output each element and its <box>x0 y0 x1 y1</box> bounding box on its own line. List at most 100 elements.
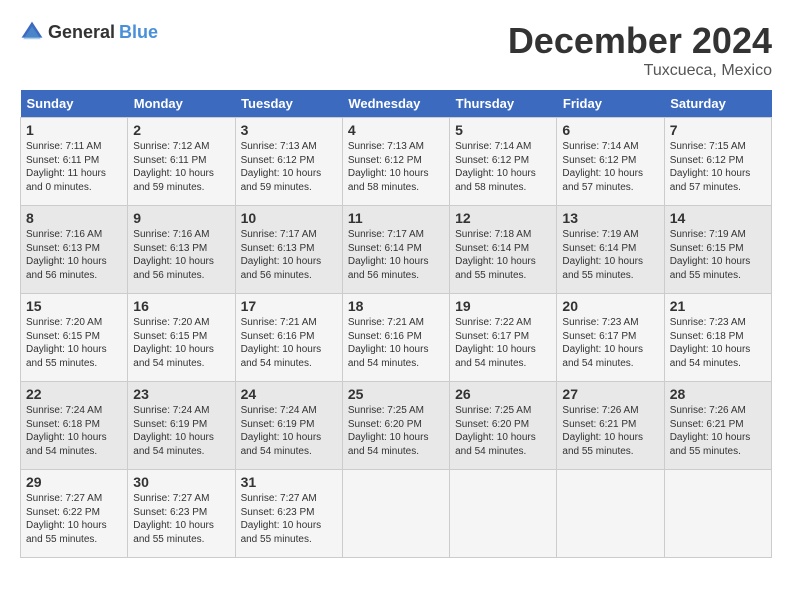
day-cell-4: 4 Sunrise: 7:13 AMSunset: 6:12 PMDaylight… <box>342 118 449 206</box>
day-cell-20: 20 Sunrise: 7:23 AMSunset: 6:17 PMDayligh… <box>557 294 664 382</box>
day-number: 11 <box>348 210 444 226</box>
day-number: 22 <box>26 386 122 402</box>
day-cell-19: 19 Sunrise: 7:22 AMSunset: 6:17 PMDayligh… <box>450 294 557 382</box>
cell-sun-set-info: Sunrise: 7:20 AMSunset: 6:15 PMDaylight:… <box>133 316 229 370</box>
cell-sun-set-info: Sunrise: 7:13 AMSunset: 6:12 PMDaylight:… <box>241 140 337 194</box>
title-area: December 2024 Tuxcueca, Mexico <box>508 20 772 80</box>
day-number: 20 <box>562 298 658 314</box>
empty-cell <box>450 470 557 558</box>
day-number: 6 <box>562 122 658 138</box>
cell-sun-set-info: Sunrise: 7:13 AMSunset: 6:12 PMDaylight:… <box>348 140 444 194</box>
calendar-table: SundayMondayTuesdayWednesdayThursdayFrid… <box>20 90 772 558</box>
cell-sun-set-info: Sunrise: 7:24 AMSunset: 6:19 PMDaylight:… <box>241 404 337 458</box>
cell-sun-set-info: Sunrise: 7:22 AMSunset: 6:17 PMDaylight:… <box>455 316 551 370</box>
day-cell-29: 29Sunrise: 7:27 AMSunset: 6:22 PMDayligh… <box>21 470 128 558</box>
day-number: 14 <box>670 210 766 226</box>
cell-sun-set-info: Sunrise: 7:23 AMSunset: 6:17 PMDaylight:… <box>562 316 658 370</box>
day-number: 31 <box>241 474 337 490</box>
day-number: 4 <box>348 122 444 138</box>
logo-icon <box>20 20 44 44</box>
cell-sun-set-info: Sunrise: 7:15 AMSunset: 6:12 PMDaylight:… <box>670 140 766 194</box>
day-cell-26: 26 Sunrise: 7:25 AMSunset: 6:20 PMDayligh… <box>450 382 557 470</box>
cell-sun-set-info: Sunrise: 7:17 AMSunset: 6:14 PMDaylight:… <box>348 228 444 282</box>
cell-sun-set-info: Sunrise: 7:18 AMSunset: 6:14 PMDaylight:… <box>455 228 551 282</box>
cell-sun-set-info: Sunrise: 7:27 AMSunset: 6:22 PMDaylight:… <box>26 492 122 546</box>
day-number: 9 <box>133 210 229 226</box>
day-cell-13: 13 Sunrise: 7:19 AMSunset: 6:14 PMDayligh… <box>557 206 664 294</box>
day-cell-14: 14Sunrise: 7:19 AMSunset: 6:15 PMDayligh… <box>664 206 771 294</box>
day-cell-5: 5 Sunrise: 7:14 AMSunset: 6:12 PMDaylight… <box>450 118 557 206</box>
empty-cell <box>664 470 771 558</box>
day-cell-11: 11 Sunrise: 7:17 AMSunset: 6:14 PMDayligh… <box>342 206 449 294</box>
day-cell-30: 30 Sunrise: 7:27 AMSunset: 6:23 PMDayligh… <box>128 470 235 558</box>
day-cell-3: 3Sunrise: 7:13 AMSunset: 6:12 PMDaylight… <box>235 118 342 206</box>
cell-sun-set-info: Sunrise: 7:12 AMSunset: 6:11 PMDaylight:… <box>133 140 229 194</box>
day-number: 26 <box>455 386 551 402</box>
cell-sun-set-info: Sunrise: 7:16 AMSunset: 6:13 PMDaylight:… <box>133 228 229 282</box>
cell-sun-set-info: Sunrise: 7:21 AMSunset: 6:16 PMDaylight:… <box>241 316 337 370</box>
header-tuesday: Tuesday <box>235 90 342 118</box>
cell-sun-set-info: Sunrise: 7:26 AMSunset: 6:21 PMDaylight:… <box>670 404 766 458</box>
day-cell-18: 18 Sunrise: 7:21 AMSunset: 6:16 PMDayligh… <box>342 294 449 382</box>
cell-sun-set-info: Sunrise: 7:24 AMSunset: 6:18 PMDaylight:… <box>26 404 122 458</box>
day-cell-22: 22 Sunrise: 7:24 AMSunset: 6:18 PMDayligh… <box>21 382 128 470</box>
day-cell-8: 8 Sunrise: 7:16 AMSunset: 6:13 PMDaylight… <box>21 206 128 294</box>
day-number: 15 <box>26 298 122 314</box>
day-cell-1: 1Sunrise: 7:11 AMSunset: 6:11 PMDaylight… <box>21 118 128 206</box>
cell-sun-set-info: Sunrise: 7:14 AMSunset: 6:12 PMDaylight:… <box>562 140 658 194</box>
day-cell-17: 17Sunrise: 7:21 AMSunset: 6:16 PMDayligh… <box>235 294 342 382</box>
header-thursday: Thursday <box>450 90 557 118</box>
cell-sun-set-info: Sunrise: 7:27 AMSunset: 6:23 PMDaylight:… <box>241 492 337 546</box>
logo-blue: Blue <box>119 22 158 43</box>
day-number: 19 <box>455 298 551 314</box>
day-number: 25 <box>348 386 444 402</box>
header-friday: Friday <box>557 90 664 118</box>
cell-sun-set-info: Sunrise: 7:14 AMSunset: 6:12 PMDaylight:… <box>455 140 551 194</box>
header-saturday: Saturday <box>664 90 771 118</box>
day-number: 8 <box>26 210 122 226</box>
cell-sun-set-info: Sunrise: 7:25 AMSunset: 6:20 PMDaylight:… <box>455 404 551 458</box>
week-row-3: 15 Sunrise: 7:20 AMSunset: 6:15 PMDayligh… <box>21 294 772 382</box>
day-number: 18 <box>348 298 444 314</box>
day-cell-2: 2 Sunrise: 7:12 AMSunset: 6:11 PMDaylight… <box>128 118 235 206</box>
header-sunday: Sunday <box>21 90 128 118</box>
empty-cell <box>342 470 449 558</box>
day-number: 13 <box>562 210 658 226</box>
week-row-4: 22 Sunrise: 7:24 AMSunset: 6:18 PMDayligh… <box>21 382 772 470</box>
cell-sun-set-info: Sunrise: 7:19 AMSunset: 6:14 PMDaylight:… <box>562 228 658 282</box>
day-cell-21: 21Sunrise: 7:23 AMSunset: 6:18 PMDayligh… <box>664 294 771 382</box>
day-cell-12: 12 Sunrise: 7:18 AMSunset: 6:14 PMDayligh… <box>450 206 557 294</box>
day-cell-10: 10Sunrise: 7:17 AMSunset: 6:13 PMDayligh… <box>235 206 342 294</box>
day-number: 27 <box>562 386 658 402</box>
day-number: 12 <box>455 210 551 226</box>
header-row: SundayMondayTuesdayWednesdayThursdayFrid… <box>21 90 772 118</box>
day-cell-9: 9 Sunrise: 7:16 AMSunset: 6:13 PMDaylight… <box>128 206 235 294</box>
day-cell-31: 31 Sunrise: 7:27 AMSunset: 6:23 PMDayligh… <box>235 470 342 558</box>
logo-general: General <box>48 22 115 43</box>
cell-sun-set-info: Sunrise: 7:11 AMSunset: 6:11 PMDaylight:… <box>26 140 122 194</box>
day-number: 24 <box>241 386 337 402</box>
day-cell-23: 23 Sunrise: 7:24 AMSunset: 6:19 PMDayligh… <box>128 382 235 470</box>
day-cell-25: 25 Sunrise: 7:25 AMSunset: 6:20 PMDayligh… <box>342 382 449 470</box>
cell-sun-set-info: Sunrise: 7:27 AMSunset: 6:23 PMDaylight:… <box>133 492 229 546</box>
day-number: 16 <box>133 298 229 314</box>
cell-sun-set-info: Sunrise: 7:26 AMSunset: 6:21 PMDaylight:… <box>562 404 658 458</box>
empty-cell <box>557 470 664 558</box>
cell-sun-set-info: Sunrise: 7:16 AMSunset: 6:13 PMDaylight:… <box>26 228 122 282</box>
day-number: 23 <box>133 386 229 402</box>
day-number: 28 <box>670 386 766 402</box>
day-cell-27: 27 Sunrise: 7:26 AMSunset: 6:21 PMDayligh… <box>557 382 664 470</box>
day-cell-6: 6 Sunrise: 7:14 AMSunset: 6:12 PMDaylight… <box>557 118 664 206</box>
day-number: 5 <box>455 122 551 138</box>
day-cell-7: 7 Sunrise: 7:15 AMSunset: 6:12 PMDaylight… <box>664 118 771 206</box>
day-cell-28: 28 Sunrise: 7:26 AMSunset: 6:21 PMDayligh… <box>664 382 771 470</box>
cell-sun-set-info: Sunrise: 7:23 AMSunset: 6:18 PMDaylight:… <box>670 316 766 370</box>
day-number: 7 <box>670 122 766 138</box>
cell-sun-set-info: Sunrise: 7:24 AMSunset: 6:19 PMDaylight:… <box>133 404 229 458</box>
day-number: 30 <box>133 474 229 490</box>
header-monday: Monday <box>128 90 235 118</box>
cell-sun-set-info: Sunrise: 7:21 AMSunset: 6:16 PMDaylight:… <box>348 316 444 370</box>
cell-sun-set-info: Sunrise: 7:25 AMSunset: 6:20 PMDaylight:… <box>348 404 444 458</box>
day-number: 2 <box>133 122 229 138</box>
day-cell-15: 15Sunrise: 7:20 AMSunset: 6:15 PMDayligh… <box>21 294 128 382</box>
